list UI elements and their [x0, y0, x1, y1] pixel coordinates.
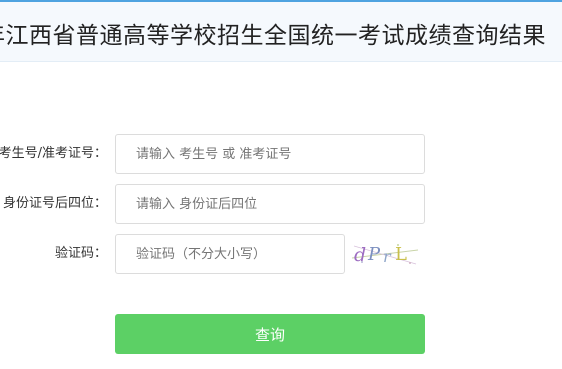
captcha-label: 验证码： — [54, 246, 107, 261]
captcha-char-3: r — [383, 247, 392, 266]
captcha-input[interactable] — [115, 234, 345, 274]
captcha-char-4: L — [395, 244, 407, 265]
page: 年江西省普通高等学校招生全国统一考试成绩查询结果 考生号/准考证号： 身份证号后… — [0, 0, 562, 369]
exam-id-input[interactable] — [115, 134, 425, 174]
captcha-image[interactable]: d P r L — [350, 238, 420, 270]
id-last4-row: 身份证号后四位： — [0, 184, 562, 224]
id-last4-label: 身份证号后四位： — [2, 196, 107, 211]
exam-id-label: 考生号/准考证号： — [0, 146, 107, 161]
captcha-row: 验证码： d P r L — [0, 234, 562, 274]
id-last4-input[interactable] — [115, 184, 425, 224]
captcha-char-2: P — [367, 244, 381, 265]
query-button[interactable]: 查询 — [115, 314, 425, 354]
page-title: 年江西省普通高等学校招生全国统一考试成绩查询结果 — [0, 23, 546, 49]
page-header: 年江西省普通高等学校招生全国统一考试成绩查询结果 — [0, 0, 562, 62]
exam-id-row: 考生号/准考证号： — [0, 134, 562, 174]
captcha-char-1: d — [354, 244, 366, 266]
